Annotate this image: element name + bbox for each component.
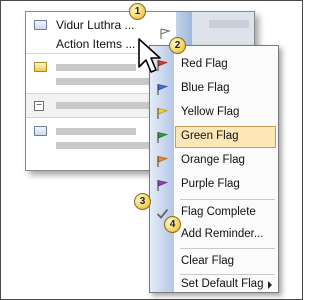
orange-flag-icon [157,156,168,167]
menu-separator [180,199,275,200]
menu-item-label: Purple Flag [181,178,240,190]
submenu-arrow-icon [268,281,272,289]
screenshot-frame: Vidur Luthra ... Action Items ... − Red … [0,0,303,300]
menu-item-red-flag[interactable]: Red Flag [150,54,278,76]
callout-badge-1: 1 [129,3,146,20]
menu-item-label: Green Flag [181,130,239,142]
callout-badge-3: 3 [134,193,151,210]
menu-item-orange-flag[interactable]: Orange Flag [150,150,278,172]
menu-item-label: Clear Flag [181,255,235,267]
green-flag-icon [157,132,168,143]
blue-flag-icon [157,84,168,95]
menu-separator [180,248,275,249]
envelope-icon [34,20,47,30]
message-sender: Vidur Luthra ... [56,18,135,32]
envelope-icon [34,62,47,72]
callout-badge-4: 4 [164,216,181,233]
menu-item-label: Orange Flag [181,154,245,166]
envelope-icon [34,126,47,136]
message-subject: Action Items ... [56,37,136,51]
menu-item-label: Flag Complete [181,206,256,218]
menu-item-label: Blue Flag [181,82,230,94]
menu-item-label: Yellow Flag [181,106,240,118]
flag-context-menu: Red Flag Blue Flag Yellow Flag Green Fla… [149,45,279,293]
menu-item-set-default-flag[interactable]: Set Default Flag [150,267,278,293]
menu-item-blue-flag[interactable]: Blue Flag [150,78,278,100]
yellow-flag-icon [157,108,168,119]
menu-item-green-flag[interactable]: Green Flag [175,126,276,148]
menu-item-label: Add Reminder... [181,228,264,240]
mouse-cursor-icon [138,38,161,73]
purple-flag-icon [157,180,168,191]
menu-item-label: Set Default Flag [181,278,264,290]
menu-item-yellow-flag[interactable]: Yellow Flag [150,102,278,124]
menu-item-label: Red Flag [181,58,228,70]
collapse-icon[interactable]: − [34,101,44,111]
menu-item-purple-flag[interactable]: Purple Flag [150,174,278,196]
callout-badge-2: 2 [169,37,186,54]
